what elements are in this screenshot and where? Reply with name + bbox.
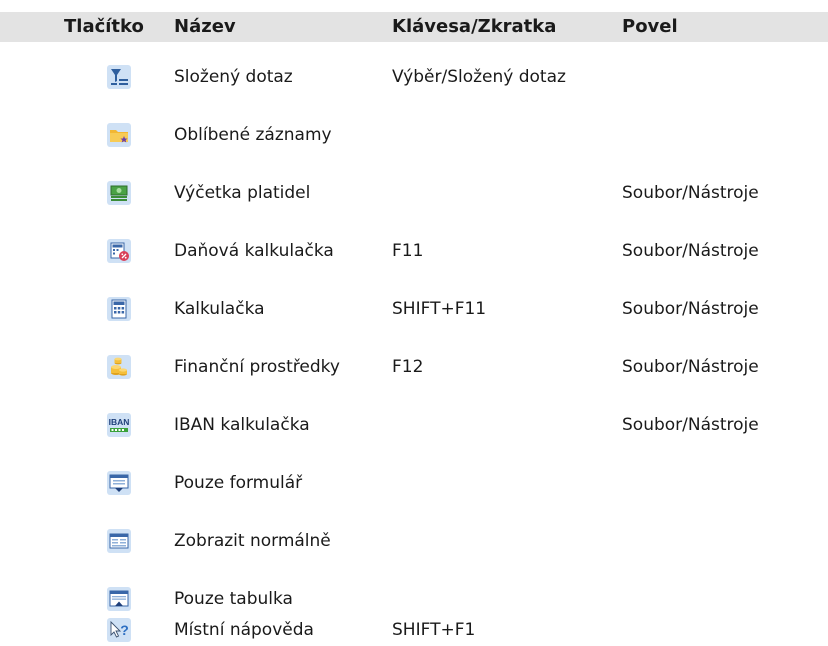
table-row: Daňová kalkulačka F11 Soubor/Nástroje bbox=[0, 234, 828, 292]
favorite-records-icon bbox=[107, 123, 131, 147]
row-name: Místní nápověda bbox=[174, 620, 314, 640]
table-row: IBAN IBAN kalkulačka Soubor/Nástroje bbox=[0, 408, 828, 466]
row-command: Soubor/Nástroje bbox=[622, 415, 759, 435]
table-row: Kalkulačka SHIFT+F11 Soubor/Nástroje bbox=[0, 292, 828, 350]
table-row: Zobrazit normálně bbox=[0, 524, 828, 582]
cash-count-icon bbox=[107, 181, 131, 205]
row-name: Složený dotaz bbox=[174, 67, 293, 87]
iban-calculator-icon: IBAN bbox=[107, 413, 131, 437]
calculator-icon bbox=[107, 297, 131, 321]
table-header: Tlačítko Název Klávesa/Zkratka Povel bbox=[0, 12, 828, 42]
row-name: Oblíbené záznamy bbox=[174, 125, 332, 145]
row-key: Výběr/Složený dotaz bbox=[392, 67, 566, 87]
row-command: Soubor/Nástroje bbox=[622, 299, 759, 319]
tax-calculator-icon bbox=[107, 239, 131, 263]
table-row: Pouze formulář bbox=[0, 466, 828, 524]
table-row: ? Místní nápověda SHIFT+F1 bbox=[0, 615, 828, 646]
table-only-icon bbox=[107, 587, 131, 611]
table-row: Výčetka platidel Soubor/Nástroje bbox=[0, 176, 828, 234]
context-help-icon: ? bbox=[107, 618, 131, 642]
row-name: Zobrazit normálně bbox=[174, 531, 331, 551]
form-only-icon bbox=[107, 471, 131, 495]
normal-view-icon bbox=[107, 529, 131, 553]
row-name: Daňová kalkulačka bbox=[174, 241, 334, 261]
row-name: Finanční prostředky bbox=[174, 357, 340, 377]
header-key: Klávesa/Zkratka bbox=[392, 16, 557, 37]
row-name: Pouze tabulka bbox=[174, 589, 293, 609]
row-key: SHIFT+F1 bbox=[392, 620, 476, 640]
header-command: Povel bbox=[622, 16, 678, 37]
compound-query-icon bbox=[107, 65, 131, 89]
iban-icon-text: IBAN bbox=[109, 417, 130, 427]
table-row: Finanční prostředky F12 Soubor/Nástroje bbox=[0, 350, 828, 408]
row-command: Soubor/Nástroje bbox=[622, 183, 759, 203]
row-key: SHIFT+F11 bbox=[392, 299, 487, 319]
funds-icon bbox=[107, 355, 131, 379]
header-button: Tlačítko bbox=[64, 16, 144, 37]
row-name: Pouze formulář bbox=[174, 473, 303, 493]
row-name: Kalkulačka bbox=[174, 299, 265, 319]
row-key: F12 bbox=[392, 357, 424, 377]
row-command: Soubor/Nástroje bbox=[622, 357, 759, 377]
row-key: F11 bbox=[392, 241, 424, 261]
table-row: Složený dotaz Výběr/Složený dotaz bbox=[0, 60, 828, 118]
row-command: Soubor/Nástroje bbox=[622, 241, 759, 261]
row-name: Výčetka platidel bbox=[174, 183, 311, 203]
table-row: Oblíbené záznamy bbox=[0, 118, 828, 176]
header-name: Název bbox=[174, 16, 236, 37]
row-name: IBAN kalkulačka bbox=[174, 415, 310, 435]
help-icon-text: ? bbox=[120, 622, 129, 638]
